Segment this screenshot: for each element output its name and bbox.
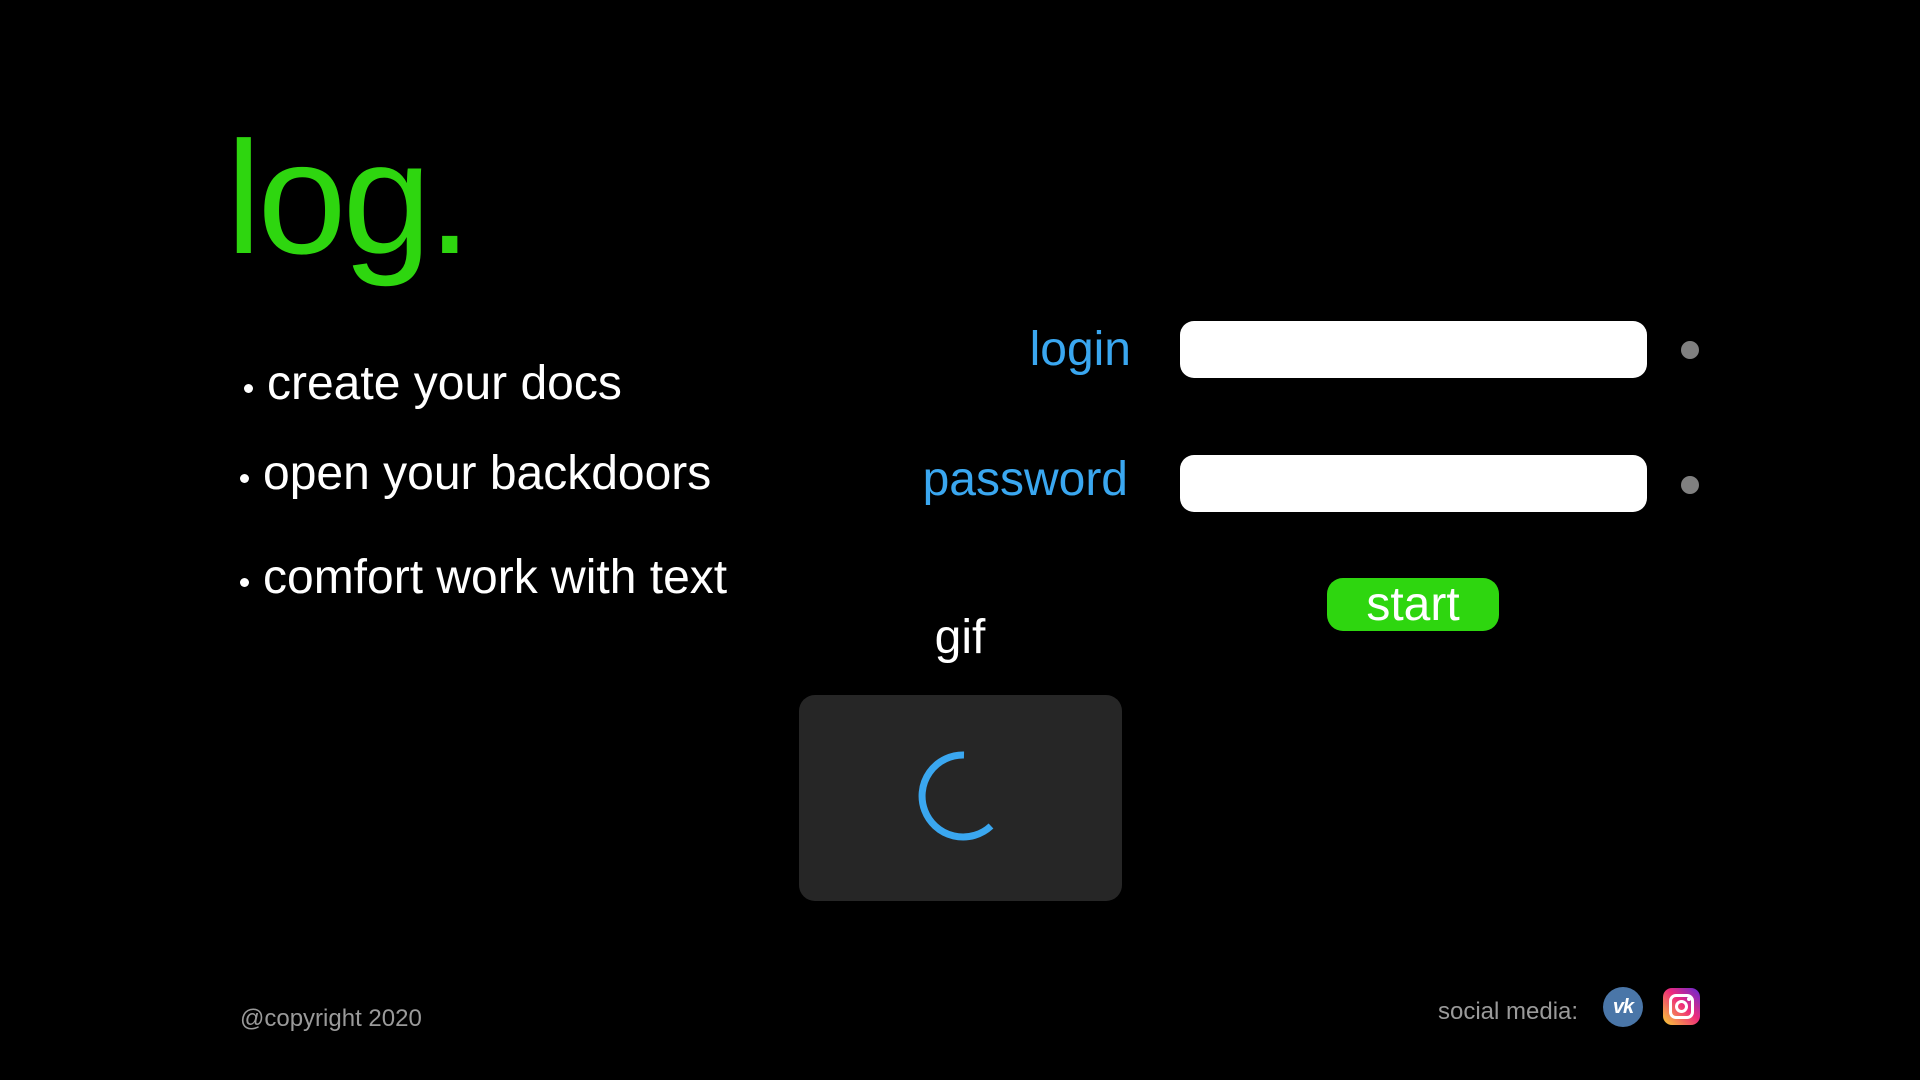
gif-label: gif: [934, 611, 986, 664]
bullet-icon: [244, 383, 253, 393]
gif-box: [799, 695, 1122, 901]
spinner-icon: [918, 751, 994, 841]
logo: log.: [226, 108, 472, 287]
feature-text: create your docs: [267, 357, 622, 410]
bullet-icon: [240, 577, 249, 587]
instagram-lens: [1675, 1000, 1688, 1013]
instagram-flash: [1687, 997, 1691, 1001]
login-label: login: [1029, 323, 1131, 376]
feature-item: create your docs: [244, 360, 622, 408]
instagram-icon[interactable]: [1663, 988, 1700, 1025]
feature-item: comfort work with text: [240, 554, 727, 602]
login-input[interactable]: [1180, 321, 1647, 378]
social-media-label: social media:: [1438, 998, 1579, 1025]
password-indicator: [1681, 476, 1699, 494]
feature-text: open your backdoors: [263, 447, 712, 500]
login-indicator: [1681, 341, 1699, 359]
bullet-icon: [240, 473, 249, 483]
start-button[interactable]: start: [1327, 578, 1499, 631]
vk-icon[interactable]: vk: [1603, 987, 1643, 1027]
feature-item: open your backdoors: [240, 450, 711, 498]
feature-text: comfort work with text: [263, 551, 728, 604]
password-input[interactable]: [1180, 455, 1647, 512]
password-label: password: [922, 453, 1128, 506]
copyright: @copyright 2020: [240, 1005, 422, 1032]
landing-page: log. create your docs open your backdoor…: [0, 0, 1920, 1080]
